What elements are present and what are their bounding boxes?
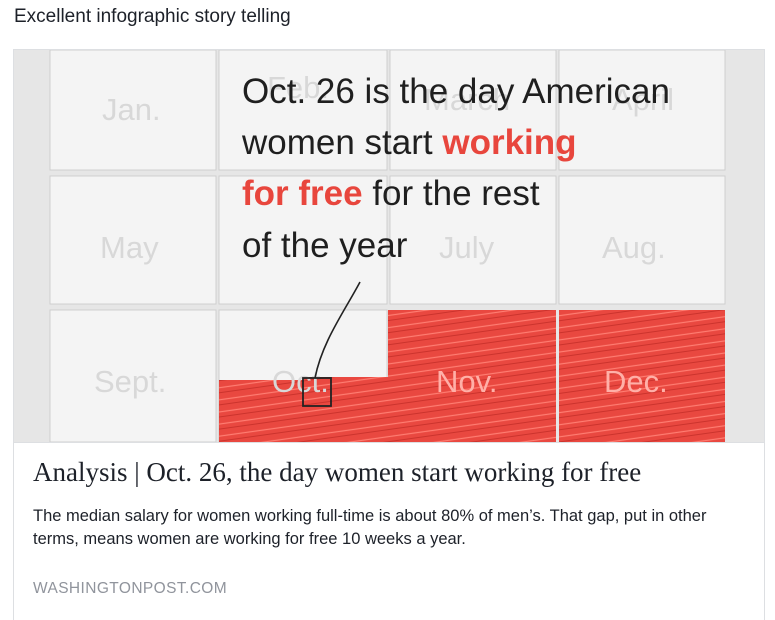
post-text: Excellent infographic story telling (14, 6, 291, 27)
month-dec: Dec. (604, 364, 668, 399)
month-aug: Aug. (602, 230, 666, 265)
card-description: The median salary for women working full… (33, 507, 707, 548)
month-july: July (439, 230, 495, 265)
month-jan: Jan. (102, 92, 161, 127)
card-domain: WASHINGTONPOST.COM (33, 580, 228, 597)
month-may: May (100, 230, 159, 265)
month-nov: Nov. (436, 364, 497, 399)
month-oct: Oct. (272, 364, 329, 399)
headline-line-1: Oct. 26 is the day American (242, 72, 670, 111)
headline-line-3: for free for the rest (242, 174, 540, 213)
card-title[interactable]: Analysis | Oct. 26, the day women start … (33, 457, 641, 488)
link-preview-card[interactable]: Jan. Feb. March April May June July Aug.… (13, 49, 765, 620)
headline-line-2: women start working (241, 123, 577, 162)
headline-line-4: of the year (242, 226, 408, 265)
month-sept: Sept. (94, 364, 166, 399)
card-caption[interactable]: Analysis | Oct. 26, the day women start … (14, 442, 764, 620)
calendar-infographic: Jan. Feb. March April May June July Aug.… (14, 50, 764, 442)
article-image[interactable]: Jan. Feb. March April May June July Aug.… (14, 50, 764, 442)
